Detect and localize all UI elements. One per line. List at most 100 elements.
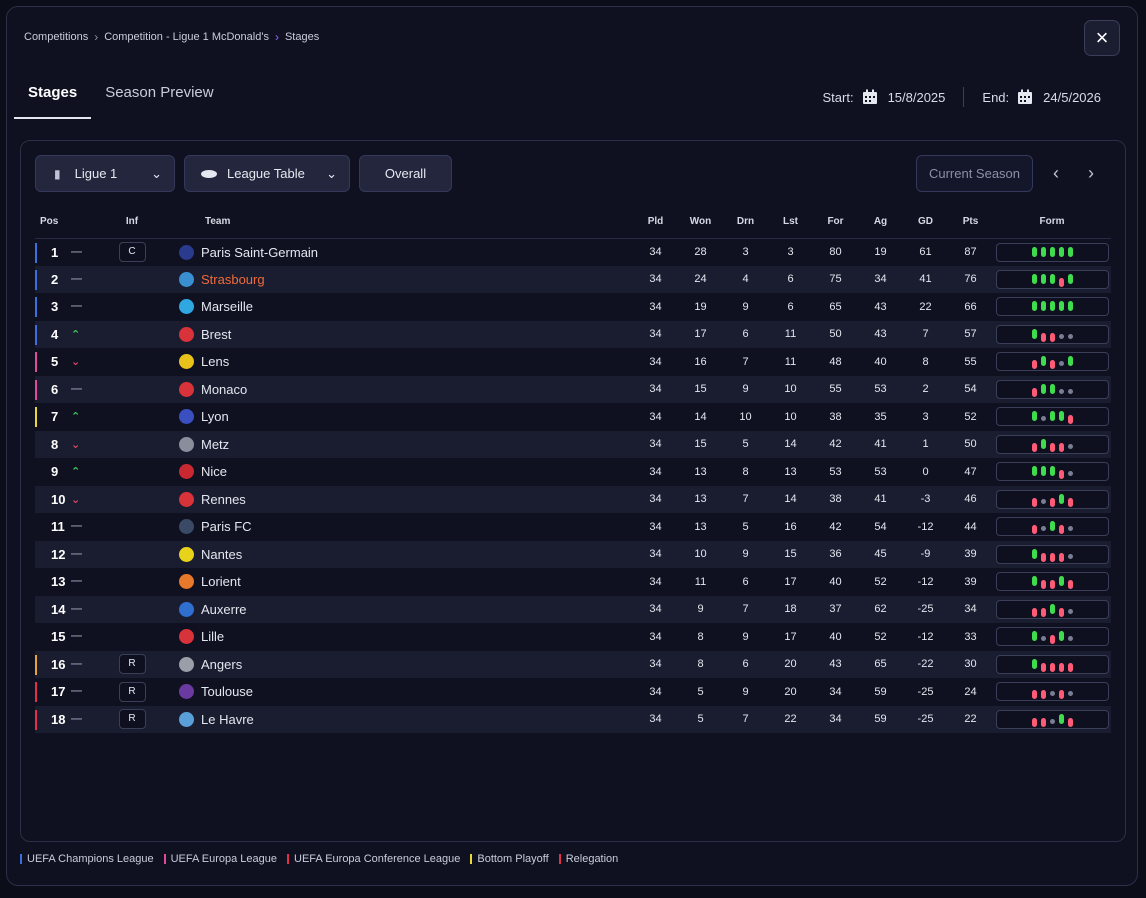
position-cell: 12 — (35, 540, 91, 568)
chevron-right-icon[interactable]: › (1088, 163, 1094, 184)
table-row[interactable]: 6— Monaco 34 15 9 10 55 53 2 54 (35, 375, 1111, 403)
team-cell[interactable]: Paris Saint-Germain (173, 238, 633, 266)
tab-stages[interactable]: Stages (14, 79, 92, 119)
team-cell[interactable]: Lorient (173, 568, 633, 596)
table-row[interactable]: 3— Marseille 34 19 9 6 65 43 22 66 (35, 293, 1111, 321)
team-cell[interactable]: Le Havre (173, 705, 633, 733)
position-cell: 7 ⌃ (35, 403, 91, 431)
team-name[interactable]: Paris Saint-Germain (201, 245, 318, 260)
close-button[interactable]: × (1084, 20, 1120, 56)
breadcrumb-competition[interactable]: Competition - Ligue 1 McDonald's (104, 31, 269, 43)
col-inf[interactable]: Inf (91, 206, 173, 239)
form-draw (1049, 691, 1055, 697)
col-ag[interactable]: Ag (858, 206, 903, 239)
col-team[interactable]: Team (173, 206, 633, 239)
team-cell[interactable]: Monaco (173, 375, 633, 403)
trend-same-icon: — (71, 630, 82, 642)
team-cell[interactable]: Marseille (173, 293, 633, 321)
stage-panel: ▮ Ligue 1 ⌄ League Table ⌄ Overall Curre… (20, 140, 1126, 842)
table-row[interactable]: 13 — Lorient 34 11 6 17 40 52 -12 39 (35, 568, 1111, 596)
team-cell[interactable]: Auxerre (173, 595, 633, 623)
chevron-down-icon: ⌄ (326, 165, 337, 181)
table-row[interactable]: 2— Strasbourg 34 24 4 6 75 34 41 76 (35, 265, 1111, 293)
table-row[interactable]: 17— R Toulouse 34 5 9 20 34 59 -25 24 (35, 678, 1111, 706)
team-name[interactable]: Lens (201, 354, 229, 369)
form-draw (1040, 526, 1046, 532)
club-crest-icon (179, 574, 194, 590)
col-drn[interactable]: Drn (723, 206, 768, 239)
col-pos[interactable]: Pos (35, 206, 91, 239)
team-name[interactable]: Strasbourg (201, 272, 265, 287)
team-name[interactable]: Toulouse (201, 684, 253, 699)
team-name[interactable]: Nice (201, 464, 227, 479)
table-row[interactable]: 7 ⌃ Lyon 34 14 10 10 38 35 3 52 (35, 403, 1111, 431)
stat-gd: -25 (903, 595, 948, 623)
team-cell[interactable]: Angers (173, 650, 633, 678)
team-cell[interactable]: Nantes (173, 540, 633, 568)
team-name[interactable]: Angers (201, 657, 242, 672)
competition-window: Competitions › Competition - Ligue 1 McD… (6, 6, 1138, 886)
table-row[interactable]: 16 — R Angers 34 8 6 20 43 65 -22 30 (35, 650, 1111, 678)
table-row[interactable]: 4 ⌃ Brest 34 17 6 11 50 43 7 57 (35, 320, 1111, 348)
form-cell (993, 650, 1111, 678)
table-row[interactable]: 12 — Nantes 34 10 9 15 36 45 -9 39 (35, 540, 1111, 568)
position-number: 11 (51, 519, 65, 535)
team-name[interactable]: Rennes (201, 492, 246, 507)
club-crest-icon (179, 244, 194, 260)
col-gd[interactable]: GD (903, 206, 948, 239)
col-pts[interactable]: Pts (948, 206, 993, 239)
team-cell[interactable]: Paris FC (173, 513, 633, 541)
col-for[interactable]: For (813, 206, 858, 239)
legend-label: Relegation (565, 853, 619, 865)
table-row[interactable]: 10 ⌄ Rennes 34 13 7 14 38 41 -3 46 (35, 485, 1111, 513)
team-cell[interactable]: Lyon (173, 403, 633, 431)
table-row[interactable]: 11 — Paris FC 34 13 5 16 42 54 -12 44 (35, 513, 1111, 541)
season-selector[interactable]: Current Season (916, 155, 1033, 192)
tab-season-preview[interactable]: Season Preview (91, 79, 227, 119)
team-cell[interactable]: Lille (173, 623, 633, 651)
form-indicator (995, 269, 1109, 289)
form-loss (1049, 497, 1055, 507)
table-row[interactable]: 9 ⌃ Nice 34 13 8 13 53 53 0 47 (35, 458, 1111, 486)
team-name[interactable]: Nantes (201, 547, 242, 562)
team-name[interactable]: Le Havre (201, 712, 254, 727)
league-dropdown[interactable]: ▮ Ligue 1 ⌄ (35, 155, 175, 192)
table-row[interactable]: 14— Auxerre 34 9 7 18 37 62 -25 34 (35, 595, 1111, 623)
table-row[interactable]: 18— R Le Havre 34 5 7 22 34 59 -25 22 (35, 705, 1111, 733)
team-name[interactable]: Metz (201, 437, 229, 452)
team-cell[interactable]: Toulouse (173, 678, 633, 706)
club-crest-icon (179, 381, 194, 397)
team-name[interactable]: Lorient (201, 574, 241, 589)
inf-cell (91, 458, 173, 486)
breadcrumb-competitions[interactable]: Competitions (24, 31, 88, 43)
form-win (1031, 246, 1037, 257)
col-won[interactable]: Won (678, 206, 723, 239)
team-name[interactable]: Auxerre (201, 602, 247, 617)
col-lst[interactable]: Lst (768, 206, 813, 239)
team-name[interactable]: Monaco (201, 382, 247, 397)
team-name[interactable]: Lille (201, 629, 224, 644)
form-win (1058, 493, 1064, 504)
team-name[interactable]: Paris FC (201, 519, 252, 534)
table-row[interactable]: 8 ⌄ Metz 34 15 5 14 42 41 1 50 (35, 430, 1111, 458)
team-cell[interactable]: Metz (173, 430, 633, 458)
stat-drn: 3 (742, 246, 749, 258)
form-indicator (995, 379, 1109, 399)
overall-button[interactable]: Overall (359, 155, 452, 192)
team-cell[interactable]: Brest (173, 320, 633, 348)
col-pld[interactable]: Pld (633, 206, 678, 239)
table-row[interactable]: 1— C Paris Saint-Germain 34 28 3 3 80 19 61 87 (35, 238, 1111, 266)
team-cell[interactable]: Nice (173, 458, 633, 486)
team-cell[interactable]: Strasbourg (173, 265, 633, 293)
form-draw (1049, 718, 1055, 724)
team-cell[interactable]: Lens (173, 348, 633, 376)
team-cell[interactable]: Rennes (173, 485, 633, 513)
team-name[interactable]: Lyon (201, 409, 229, 424)
view-dropdown[interactable]: League Table ⌄ (184, 155, 350, 192)
table-row[interactable]: 15 — Lille 34 8 9 17 40 52 -12 33 (35, 623, 1111, 651)
team-name[interactable]: Brest (201, 327, 231, 342)
club-crest-icon (179, 326, 194, 342)
table-row[interactable]: 5 ⌄ Lens 34 16 7 11 48 40 8 55 (35, 348, 1111, 376)
chevron-left-icon[interactable]: ‹ (1053, 163, 1059, 184)
team-name[interactable]: Marseille (201, 299, 253, 314)
